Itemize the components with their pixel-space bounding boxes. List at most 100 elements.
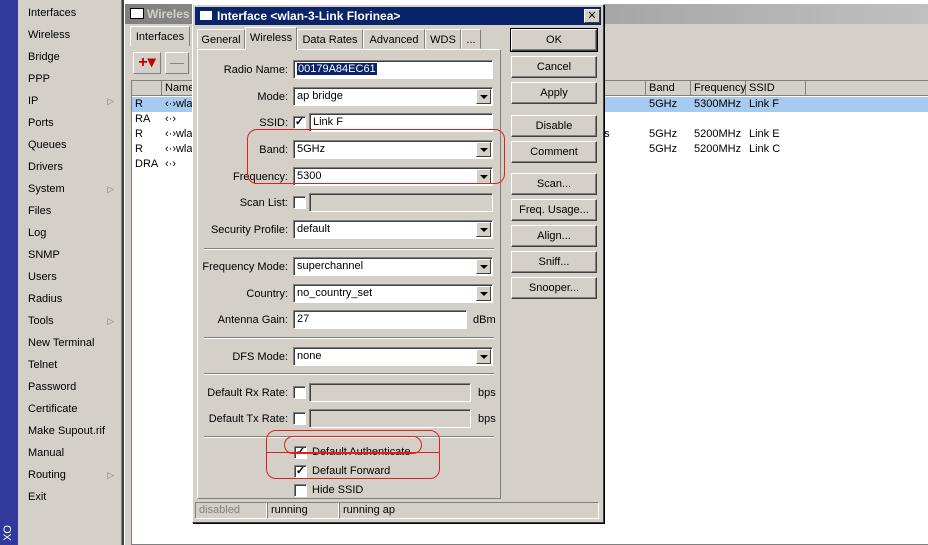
freq-usage-button[interactable]: Freq. Usage... xyxy=(511,199,597,221)
menu-item-new-terminal[interactable]: New Terminal xyxy=(18,332,122,354)
menu-item-label: System xyxy=(28,183,65,195)
tab-wireless[interactable]: Wireless xyxy=(245,27,297,50)
menu-item-label: PPP xyxy=(28,73,51,85)
menu-item-label: Exit xyxy=(28,491,47,503)
menu-item-label: Radius xyxy=(28,293,63,305)
add-button[interactable]: +▾ xyxy=(133,52,161,74)
snooper-button[interactable]: Snooper... xyxy=(511,277,597,299)
dialog-titlebar[interactable]: Interface <wlan-3-Link Florinea> ✕ xyxy=(195,7,601,25)
chevron-down-icon[interactable] xyxy=(476,349,491,364)
frequency-mode-select[interactable]: superchannel xyxy=(293,257,493,276)
radio-name-value: 00179A84EC61 xyxy=(297,63,377,75)
cell-name: ‹·› xyxy=(165,113,176,125)
tab-data-rates[interactable]: Data Rates xyxy=(297,29,363,49)
menu-item-log[interactable]: Log xyxy=(18,222,122,244)
menu-item-drivers[interactable]: Drivers xyxy=(18,156,122,178)
comment-button[interactable]: Comment xyxy=(511,141,597,163)
menu-item-radius[interactable]: Radius xyxy=(18,288,122,310)
menu-item-interfaces[interactable]: Interfaces xyxy=(18,2,122,24)
disable-button[interactable]: Disable xyxy=(511,115,597,137)
column-header-ssid[interactable]: SSID xyxy=(746,81,806,96)
cell-ssid: Link E xyxy=(749,128,780,140)
default-rx-rate-checkbox[interactable] xyxy=(293,386,306,399)
default-tx-rate-unit: bps xyxy=(478,413,496,425)
default-rx-rate-field[interactable] xyxy=(309,383,471,402)
tab-wds[interactable]: WDS xyxy=(425,29,461,49)
apply-button[interactable]: Apply xyxy=(511,82,597,104)
menu-item-system[interactable]: System ▷ xyxy=(18,178,122,200)
dfs-mode-label: DFS Mode: xyxy=(232,351,288,363)
dfs-mode-select[interactable]: none xyxy=(293,347,493,366)
tab-advanced[interactable]: Advanced xyxy=(363,29,425,49)
column-header-frequency[interactable]: Frequency xyxy=(691,81,746,96)
menu-item-ip[interactable]: IP ▷ xyxy=(18,90,122,112)
tab-general[interactable]: General xyxy=(197,29,245,49)
chevron-down-icon[interactable] xyxy=(476,259,491,274)
menu-item-ports[interactable]: Ports xyxy=(18,112,122,134)
separator xyxy=(204,248,494,250)
column-header-flags[interactable] xyxy=(132,81,162,96)
menu-item-password[interactable]: Password xyxy=(18,376,122,398)
menu-item-label: Ports xyxy=(28,117,54,129)
menu-item-bridge[interactable]: Bridge xyxy=(18,46,122,68)
menu-item-queues[interactable]: Queues xyxy=(18,134,122,156)
country-label: Country: xyxy=(246,288,288,300)
menu-item-make-supout-rif[interactable]: Make Supout.rif xyxy=(18,420,122,442)
radio-name-label: Radio Name: xyxy=(223,64,288,76)
menu-item-manual[interactable]: Manual xyxy=(18,442,122,464)
default-tx-rate-label: Default Tx Rate: xyxy=(208,413,288,425)
tab-interfaces[interactable]: Interfaces xyxy=(130,26,190,46)
menu-item-label: Routing xyxy=(28,469,66,481)
chevron-down-icon[interactable] xyxy=(476,286,491,301)
dfs-mode-value: none xyxy=(297,350,322,362)
menu-item-label: Wireless xyxy=(28,29,71,41)
radio-name-field[interactable]: 00179A84EC61 xyxy=(293,60,493,79)
menu-item-tools[interactable]: Tools ▷ xyxy=(18,310,122,332)
menu-item-label: Drivers xyxy=(28,161,63,173)
default-tx-rate-checkbox[interactable] xyxy=(293,412,306,425)
remove-button[interactable]: — xyxy=(165,52,189,74)
cell-freq: 5200MHz xyxy=(694,128,742,140)
default-tx-rate-field[interactable] xyxy=(309,409,471,428)
antenna-gain-label: Antenna Gain: xyxy=(217,314,288,326)
menu-item-files[interactable]: Files xyxy=(18,200,122,222)
menu-item-snmp[interactable]: SNMP xyxy=(18,244,122,266)
mode-select[interactable]: ap bridge xyxy=(293,87,493,106)
country-select[interactable]: no_country_set xyxy=(293,284,493,303)
hide-ssid-checkbox[interactable] xyxy=(294,484,307,497)
scan-list-checkbox[interactable] xyxy=(293,196,306,209)
submenu-arrow-icon: ▷ xyxy=(107,316,114,326)
ssid-value: Link F xyxy=(313,116,343,128)
cell-flag: RA xyxy=(135,113,151,125)
scan-list-field[interactable] xyxy=(309,193,493,212)
cell-flag: DRA xyxy=(135,158,159,170)
column-header-band[interactable]: Band xyxy=(646,81,691,96)
menu-item-telnet[interactable]: Telnet xyxy=(18,354,122,376)
brand-strip: XO xyxy=(0,0,18,545)
wireless-window-title: Wireles xyxy=(147,7,190,21)
window-icon xyxy=(130,8,144,19)
status-enabled: disabled xyxy=(195,502,267,519)
chevron-down-icon[interactable] xyxy=(476,89,491,104)
security-profile-select[interactable]: default xyxy=(293,220,493,239)
close-icon[interactable]: ✕ xyxy=(584,9,600,23)
chevron-down-icon[interactable] xyxy=(476,222,491,237)
sniff-button[interactable]: Sniff... xyxy=(511,251,597,273)
tab-more[interactable]: ... xyxy=(461,29,481,49)
antenna-gain-field[interactable]: 27 xyxy=(293,310,467,329)
menu-item-routing[interactable]: Routing ▷ xyxy=(18,464,122,486)
menu-item-ppp[interactable]: PPP xyxy=(18,68,122,90)
menu-item-wireless[interactable]: Wireless xyxy=(18,24,122,46)
menu-item-label: Log xyxy=(28,227,47,239)
cell-band: 5GHz xyxy=(649,98,678,110)
menu-item-certificate[interactable]: Certificate xyxy=(18,398,122,420)
scan-button[interactable]: Scan... xyxy=(511,173,597,195)
menu-item-exit[interactable]: Exit xyxy=(18,486,122,508)
frequency-mode-label: Frequency Mode: xyxy=(202,261,288,273)
cancel-button[interactable]: Cancel xyxy=(511,56,597,78)
default-rx-rate-label: Default Rx Rate: xyxy=(207,387,288,399)
align-button[interactable]: Align... xyxy=(511,225,597,247)
ssid-checkbox[interactable]: ✓ xyxy=(293,116,306,129)
ok-button[interactable]: OK xyxy=(510,28,598,52)
menu-item-users[interactable]: Users xyxy=(18,266,122,288)
